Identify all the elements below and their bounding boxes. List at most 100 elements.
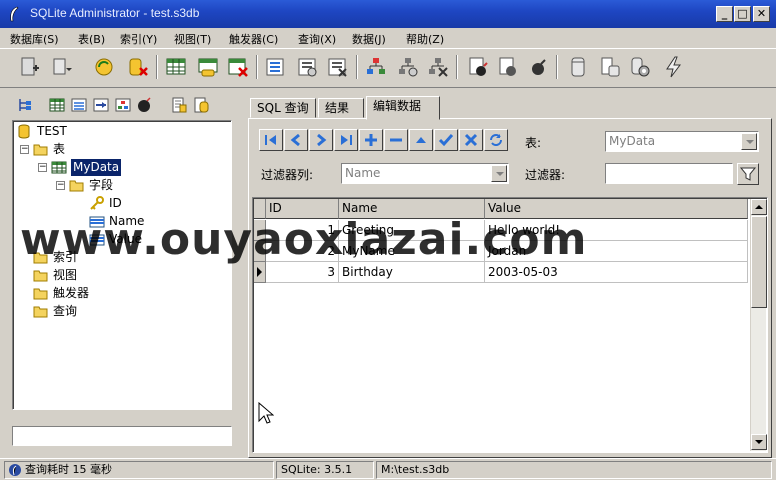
- toolbar-separator: [156, 55, 158, 79]
- delete-view-icon: [429, 58, 448, 77]
- cell-value[interactable]: Jordan: [485, 241, 748, 262]
- menu-help[interactable]: 帮助(Z): [406, 31, 444, 47]
- delete-index-button[interactable]: [324, 53, 352, 81]
- insert-record-button[interactable]: [359, 129, 383, 151]
- next-record-button[interactable]: [309, 129, 333, 151]
- row-indicator[interactable]: [254, 220, 266, 241]
- row-indicator[interactable]: [254, 241, 266, 262]
- minimize-button[interactable]: _: [716, 6, 733, 22]
- export-button[interactable]: [596, 53, 624, 81]
- scroll-down-button[interactable]: [751, 434, 767, 450]
- new-index-button[interactable]: [262, 53, 290, 81]
- refresh-database-button[interactable]: [90, 53, 118, 81]
- cell-name[interactable]: Birthday: [339, 262, 485, 283]
- plus-icon: [365, 134, 377, 146]
- execute-button[interactable]: [660, 53, 688, 81]
- new-view-button[interactable]: [362, 53, 390, 81]
- cell-name[interactable]: MyName: [339, 241, 485, 262]
- close-button[interactable]: ✕: [753, 6, 770, 22]
- collapse-toggle[interactable]: −: [20, 145, 29, 154]
- cell-id[interactable]: 3: [266, 262, 339, 283]
- collapse-toggle[interactable]: −: [56, 181, 65, 190]
- cancel-edit-button[interactable]: [459, 129, 483, 151]
- delete-table-button[interactable]: [224, 53, 252, 81]
- view-icon: [115, 98, 131, 112]
- settings-button[interactable]: [626, 53, 654, 81]
- post-edit-button[interactable]: [434, 129, 458, 151]
- new-trigger-button[interactable]: [464, 53, 492, 81]
- triggers-filter-button[interactable]: [136, 96, 154, 114]
- title-bar: SQLite Administrator - test.s3db _ □ ✕: [0, 0, 776, 28]
- column-header-name[interactable]: Name: [339, 199, 485, 219]
- menu-data[interactable]: 数据(J): [352, 31, 386, 47]
- tab-sql-query[interactable]: SQL 查询: [250, 98, 316, 118]
- cell-id[interactable]: 1: [266, 220, 339, 241]
- indexes-filter-button[interactable]: [70, 96, 88, 114]
- menu-database[interactable]: 数据库(S): [10, 31, 59, 47]
- tree-view-button[interactable]: [16, 96, 34, 114]
- refresh-data-button[interactable]: [484, 129, 508, 151]
- open-database-button[interactable]: [48, 53, 76, 81]
- object-search-input[interactable]: [12, 426, 232, 446]
- edit-index-icon: [298, 58, 317, 77]
- vertical-scrollbar[interactable]: [750, 199, 767, 451]
- feather-icon: [9, 464, 21, 476]
- fields-filter-button[interactable]: [92, 96, 110, 114]
- cell-value[interactable]: 2003-05-03: [485, 262, 748, 283]
- database-icon: [194, 97, 209, 113]
- delete-database-button[interactable]: [124, 53, 152, 81]
- scroll-up-button[interactable]: [751, 199, 767, 215]
- prior-record-button[interactable]: [284, 129, 308, 151]
- first-icon: [265, 135, 276, 145]
- apply-filter-button[interactable]: [737, 163, 759, 185]
- delete-trigger-button[interactable]: [524, 53, 552, 81]
- tree-label-indexes: 索引: [53, 250, 78, 264]
- database-info-button[interactable]: [564, 53, 592, 81]
- delete-view-button[interactable]: [424, 53, 452, 81]
- window-title: SQLite Administrator - test.s3db: [30, 6, 200, 20]
- cell-value[interactable]: Hello world!: [485, 220, 748, 241]
- menu-view[interactable]: 视图(T): [174, 31, 211, 47]
- row-indicator-current[interactable]: [254, 262, 266, 283]
- menu-bar: 数据库(S) 表(B) 索引(Y) 视图(T) 触发器(C) 查询(X) 数据(…: [0, 28, 776, 48]
- first-record-button[interactable]: [259, 129, 283, 151]
- tables-filter-button[interactable]: [48, 96, 66, 114]
- edit-view-button[interactable]: [394, 53, 422, 81]
- new-table-button[interactable]: [162, 53, 190, 81]
- edit-index-button[interactable]: [294, 53, 322, 81]
- collapse-toggle[interactable]: −: [38, 163, 47, 172]
- database-props-button[interactable]: [192, 96, 210, 114]
- status-message-text: 查询耗时 15 毫秒: [25, 463, 112, 476]
- view-icon: [367, 58, 385, 74]
- mouse-cursor-icon: [258, 402, 274, 424]
- sql-script-button[interactable]: [170, 96, 188, 114]
- menu-trigger[interactable]: 触发器(C): [229, 31, 278, 47]
- edit-table-button[interactable]: [194, 53, 222, 81]
- new-database-button[interactable]: [16, 53, 44, 81]
- maximize-button[interactable]: □: [734, 6, 751, 22]
- menu-query[interactable]: 查询(X): [298, 31, 336, 47]
- data-grid[interactable]: ID Name Value 1 Greeting Hello world! 2 …: [252, 197, 768, 453]
- column-header-value[interactable]: Value: [485, 199, 748, 219]
- cell-id[interactable]: 2: [266, 241, 339, 262]
- delete-record-button[interactable]: [384, 129, 408, 151]
- edit-trigger-button[interactable]: [494, 53, 522, 81]
- chevron-down-icon[interactable]: [491, 165, 507, 182]
- scroll-thumb[interactable]: [751, 216, 767, 308]
- filter-column-select[interactable]: Name: [341, 163, 509, 184]
- minus-icon: [390, 138, 402, 142]
- table-select[interactable]: MyData: [605, 131, 759, 152]
- last-record-button[interactable]: [334, 129, 358, 151]
- menu-table[interactable]: 表(B): [78, 31, 105, 47]
- cell-name[interactable]: Greeting: [339, 220, 485, 241]
- column-header-id[interactable]: ID: [266, 199, 339, 219]
- views-filter-button[interactable]: [114, 96, 132, 114]
- menu-index[interactable]: 索引(Y): [120, 31, 157, 47]
- tree-label-database: TEST: [37, 124, 67, 138]
- chevron-down-icon[interactable]: [741, 133, 757, 150]
- tree-label-views: 视图: [53, 268, 78, 282]
- filter-input[interactable]: [605, 163, 733, 184]
- tab-edit-data[interactable]: 编辑数据: [366, 96, 440, 120]
- tab-results[interactable]: 结果: [318, 98, 364, 118]
- edit-record-button[interactable]: [409, 129, 433, 151]
